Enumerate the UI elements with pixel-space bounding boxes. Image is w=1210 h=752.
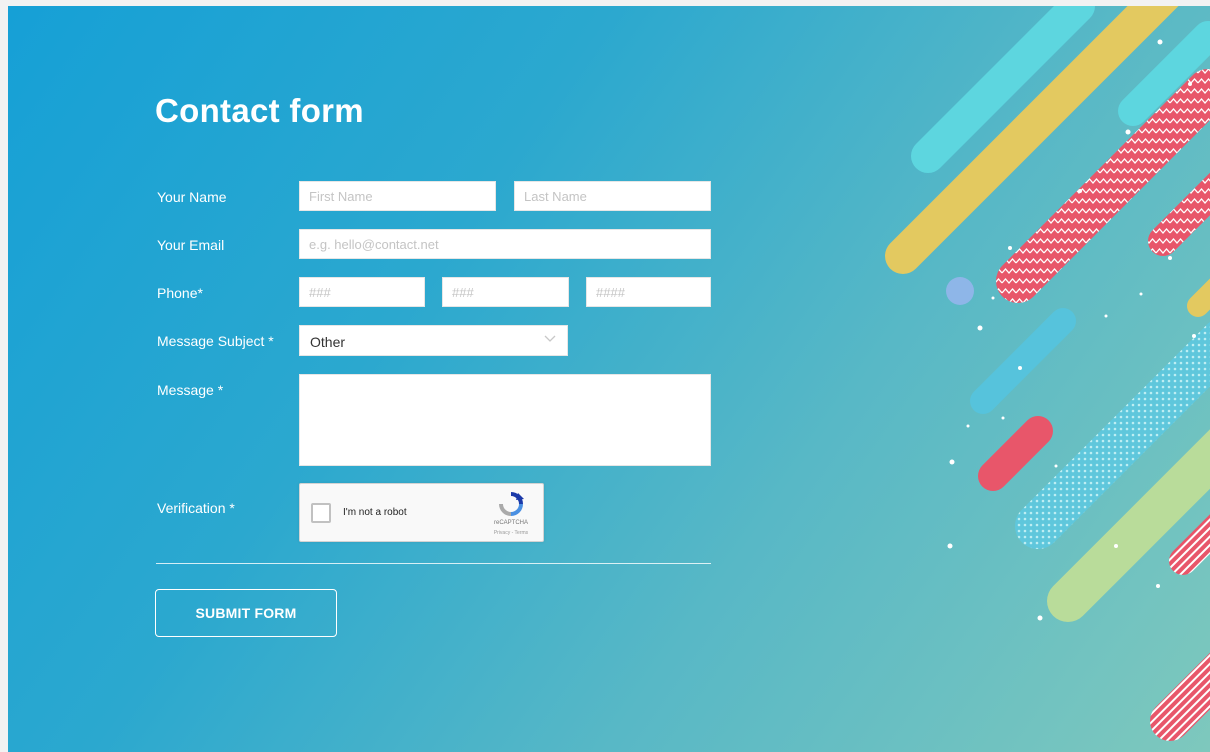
- captcha-links[interactable]: Privacy - Terms: [480, 530, 542, 536]
- phone-label: Phone*: [157, 285, 203, 301]
- phone-area-input[interactable]: [299, 277, 425, 307]
- last-name-input[interactable]: [514, 181, 711, 211]
- message-textarea[interactable]: [299, 374, 711, 466]
- captcha-brand: reCAPTCHA: [493, 520, 528, 526]
- subject-select[interactable]: Other: [299, 325, 568, 356]
- captcha-checkbox[interactable]: [311, 503, 331, 523]
- chevron-down-icon: [544, 335, 556, 342]
- stripe-yellow-small: [1187, 278, 1210, 317]
- name-label: Your Name: [157, 189, 227, 205]
- message-label: Message *: [157, 382, 224, 398]
- phone-prefix-input[interactable]: [442, 277, 569, 307]
- email-input[interactable]: [299, 229, 711, 259]
- subject-label: Message Subject *: [157, 333, 274, 349]
- phone-line-input[interactable]: [586, 277, 711, 307]
- stripe-red-pill: [978, 416, 1053, 491]
- form-divider: [156, 563, 711, 564]
- captcha-text: I'm not a robot: [343, 507, 407, 518]
- contact-page: Contact form Your Name Your Email Phone*…: [8, 6, 1210, 752]
- submit-button[interactable]: SUBMIT FORM: [155, 589, 337, 637]
- email-label: Your Email: [157, 237, 225, 253]
- verification-label: Verification *: [157, 500, 235, 516]
- recaptcha-logo-icon: [499, 492, 524, 516]
- page-title: Contact form: [155, 92, 364, 129]
- first-name-input[interactable]: [299, 181, 496, 211]
- stripe-red-zigzag-small: [1148, 172, 1210, 256]
- subject-value: Other: [310, 334, 346, 350]
- blue-dot: [946, 277, 974, 305]
- stripe-red-striped-bottom: [1150, 652, 1210, 741]
- recaptcha-widget: I'm not a robot reCAPTCHA Privacy - Term…: [299, 483, 544, 542]
- stripe-blue-small: [970, 308, 1076, 414]
